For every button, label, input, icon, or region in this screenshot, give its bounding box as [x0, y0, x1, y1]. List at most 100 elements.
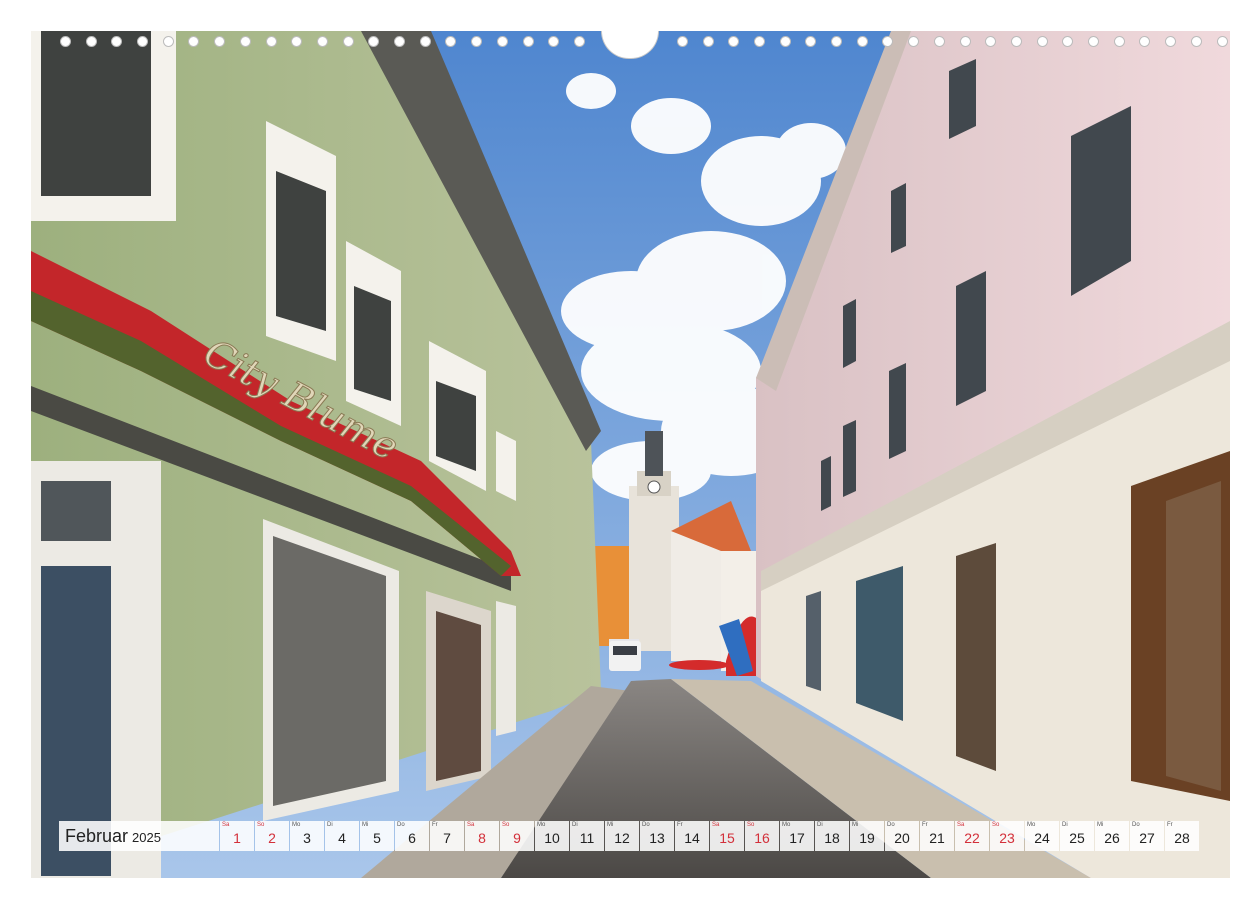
day-cell: Mi 5 [360, 821, 394, 851]
day-number: 25 [1069, 830, 1085, 846]
day-cell: Mo 17 [780, 821, 814, 851]
weekday-abbrev: Fr [1167, 822, 1173, 828]
binding-hole [111, 36, 122, 47]
day-number: 21 [929, 830, 945, 846]
day-cell: Mi 12 [605, 821, 639, 851]
day-number: 7 [443, 830, 451, 846]
weekday-abbrev: Mi [1097, 822, 1104, 828]
weekday-abbrev: Sa [712, 822, 720, 828]
binding-hole [291, 36, 302, 47]
binding-hole [420, 36, 431, 47]
weekday-abbrev: Mo [537, 822, 546, 828]
weekday-abbrev: Fr [922, 822, 928, 828]
binding-hole [1217, 36, 1228, 47]
binding-hole [703, 36, 714, 47]
day-number: 19 [859, 830, 875, 846]
binding-hole [934, 36, 945, 47]
day-number: 28 [1174, 830, 1190, 846]
weekday-abbrev: Sa [957, 822, 965, 828]
day-cell: Di 25 [1060, 821, 1094, 851]
weekday-abbrev: Di [817, 822, 823, 828]
binding-hole [343, 36, 354, 47]
binding-hole [677, 36, 688, 47]
day-cell: Do 20 [885, 821, 919, 851]
binding-hole [1165, 36, 1176, 47]
day-number: 1 [233, 830, 241, 846]
day-cell: Do 27 [1130, 821, 1164, 851]
day-cell: Mi 19 [850, 821, 884, 851]
day-number: 9 [513, 830, 521, 846]
binding-hole [1062, 36, 1073, 47]
binding-hole [163, 36, 174, 47]
day-cell: Fr 7 [430, 821, 464, 851]
weekday-abbrev: Mi [607, 822, 614, 828]
binding-hole [857, 36, 868, 47]
day-number: 12 [614, 830, 630, 846]
day-cell: Sa 8 [465, 821, 499, 851]
weekday-abbrev: Di [1062, 822, 1068, 828]
weekday-abbrev: So [992, 822, 1000, 828]
day-cell: Mo 24 [1025, 821, 1059, 851]
day-cell: Mo 10 [535, 821, 569, 851]
binding-hole [137, 36, 148, 47]
day-number: 24 [1034, 830, 1050, 846]
day-number: 6 [408, 830, 416, 846]
day-cell: Sa 1 [220, 821, 254, 851]
binding-hole [240, 36, 251, 47]
weekday-abbrev: Do [642, 822, 650, 828]
day-number: 26 [1104, 830, 1120, 846]
binding-hole [188, 36, 199, 47]
day-number: 16 [754, 830, 770, 846]
weekday-abbrev: Do [887, 822, 895, 828]
binding-hole [1037, 36, 1048, 47]
month-name: Februar [65, 825, 129, 846]
binding-hole [1088, 36, 1099, 47]
day-number: 15 [719, 830, 735, 846]
weekday-abbrev: Sa [222, 822, 230, 828]
weekday-abbrev: Fr [677, 822, 683, 828]
binding-hole [471, 36, 482, 47]
day-cell: Di 4 [325, 821, 359, 851]
day-number: 14 [684, 830, 700, 846]
binding-hole [1011, 36, 1022, 47]
weekday-abbrev: Do [397, 822, 405, 828]
binding-hole [805, 36, 816, 47]
day-cell: Fr 21 [920, 821, 954, 851]
weekday-abbrev: Sa [467, 822, 475, 828]
binding-hole [780, 36, 791, 47]
binding-hole [831, 36, 842, 47]
day-number: 27 [1139, 830, 1155, 846]
day-number: 13 [649, 830, 665, 846]
calendar-photo: City Blume [31, 31, 1230, 878]
day-cell: Mi 26 [1095, 821, 1129, 851]
day-cell: So 16 [745, 821, 779, 851]
weekday-abbrev: Mi [362, 822, 369, 828]
day-cell: Di 18 [815, 821, 849, 851]
street-scene: City Blume [31, 31, 1230, 878]
weekday-abbrev: Mo [1027, 822, 1036, 828]
binding-hole [445, 36, 456, 47]
day-number: 10 [544, 830, 560, 846]
binding-hole [882, 36, 893, 47]
binding-hole [960, 36, 971, 47]
day-number: 23 [999, 830, 1015, 846]
binding-hole [908, 36, 919, 47]
binding-hole [60, 36, 71, 47]
weekday-abbrev: Di [572, 822, 578, 828]
binding-hole [548, 36, 559, 47]
binding-hole [214, 36, 225, 47]
weekday-abbrev: So [747, 822, 755, 828]
binding-hole [985, 36, 996, 47]
weekday-abbrev: Mo [782, 822, 791, 828]
day-number: 20 [894, 830, 910, 846]
weekday-abbrev: Fr [432, 822, 438, 828]
binding-hole [1114, 36, 1125, 47]
binding-hole [497, 36, 508, 47]
weekday-abbrev: Do [1132, 822, 1140, 828]
day-number: 11 [579, 830, 595, 846]
weekday-abbrev: So [257, 822, 265, 828]
binding-hole [394, 36, 405, 47]
weekday-abbrev: So [502, 822, 510, 828]
day-cell: Di 11 [570, 821, 604, 851]
month-label: Februar 2025 [59, 821, 219, 851]
